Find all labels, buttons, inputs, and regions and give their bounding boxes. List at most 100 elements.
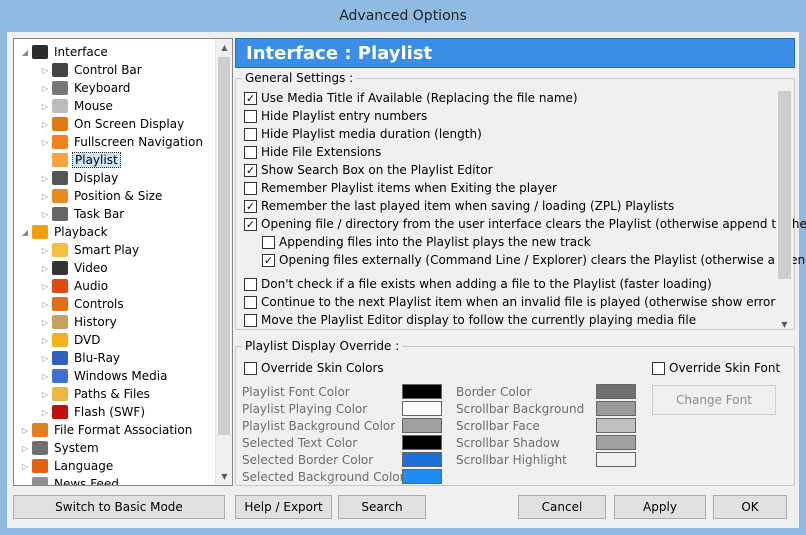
general-scrollbar[interactable]: ▼ [776,85,793,329]
general-option-checkbox[interactable]: ✓ Use Media Title if Available (Replacing… [244,89,578,107]
checkbox-box[interactable]: ✓ [244,199,257,213]
general-option-checkbox[interactable]: ✓ Opening files externally (Command Line … [262,251,806,269]
expand-icon[interactable]: ◢ [20,228,30,237]
expand-icon[interactable]: ▷ [40,174,50,183]
expand-icon[interactable]: ▷ [20,444,30,453]
tree-item-file-format[interactable]: ▷ File Format Association [20,421,194,439]
checkbox-box[interactable] [244,313,257,327]
general-option-checkbox[interactable]: Hide Playlist entry numbers [244,107,427,125]
general-scroll-thumb[interactable] [778,91,791,279]
checkbox-box[interactable] [244,295,257,309]
scroll-up-icon[interactable]: ▲ [216,39,232,56]
tree-item-video[interactable]: ▷ Video [40,259,110,277]
tree-item-audio[interactable]: ▷ Audio [40,277,110,295]
tree-scrollbar[interactable]: ▲ ▼ [215,39,232,485]
general-option-checkbox[interactable]: ✓ Remember the last played item when savi… [244,197,674,215]
switch-basic-mode-button[interactable]: Switch to Basic Mode [13,495,225,519]
tree-item-control-bar[interactable]: ▷ Control Bar [40,61,144,79]
expand-icon[interactable]: ▷ [40,192,50,201]
expand-icon[interactable]: ▷ [40,354,50,363]
tree-item-smart-play[interactable]: ▷ Smart Play [40,241,141,259]
color-swatch[interactable] [402,418,442,433]
search-button[interactable]: Search [338,495,426,519]
expand-icon[interactable]: ▷ [40,264,50,273]
tree-scroll-thumb[interactable] [218,57,230,435]
expand-icon[interactable]: ▷ [40,390,50,399]
tree-item-position[interactable]: ▷ Position & Size [40,187,164,205]
apply-button[interactable]: Apply [614,495,706,519]
scroll-down-icon[interactable]: ▼ [776,320,793,329]
expand-icon[interactable]: ▷ [40,318,50,327]
expand-icon[interactable]: ▷ [40,66,50,75]
tree-item-display[interactable]: ▷ Display [40,169,120,187]
checkbox-box[interactable] [244,181,257,195]
checkbox-box[interactable]: ✓ [244,217,257,231]
expand-icon[interactable]: ▷ [20,426,30,435]
checkbox-box[interactable] [244,277,257,291]
expand-icon[interactable]: ▷ [40,372,50,381]
tree-item-interface[interactable]: ◢ Interface [20,43,110,61]
tree-item-language[interactable]: ▷ Language [20,457,115,475]
tree-item-windows-media[interactable]: ▷ Windows Media [40,367,169,385]
checkbox-box[interactable] [652,361,665,375]
color-swatch[interactable] [402,384,442,399]
general-option-checkbox[interactable]: Continue to the next Playlist item when … [244,293,780,311]
expand-icon[interactable]: ▷ [40,138,50,147]
general-option-checkbox[interactable]: Don't check if a file exists when adding… [244,275,712,293]
tree-item-fullscreen[interactable]: ▷ Fullscreen Navigation [40,133,205,151]
help-export-button[interactable]: Help / Export [235,495,332,519]
expand-icon[interactable]: ▷ [40,84,50,93]
color-swatch[interactable] [596,418,636,433]
tree-item-controls[interactable]: ▷ Controls [40,295,126,313]
checkbox-box[interactable]: ✓ [244,163,257,177]
scroll-down-icon[interactable]: ▼ [216,468,232,485]
general-option-checkbox[interactable]: ✓ Show Search Box on the Playlist Editor [244,161,493,179]
tree-item-news[interactable]: News Feed [20,475,121,485]
tree-item-osd[interactable]: ▷ On Screen Display [40,115,186,133]
general-option-checkbox[interactable]: Hide File Extensions [244,143,381,161]
checkbox-box[interactable] [244,127,257,141]
expand-icon[interactable]: ▷ [40,408,50,417]
color-swatch[interactable] [596,435,636,450]
expand-icon[interactable]: ▷ [40,102,50,111]
tree-item-keyboard[interactable]: ▷ Keyboard [40,79,132,97]
general-option-checkbox[interactable]: Remember Playlist items when Exiting the… [244,179,557,197]
expand-icon[interactable]: ▷ [40,210,50,219]
color-swatch[interactable] [402,452,442,467]
general-option-checkbox[interactable]: ✓ Opening file / directory from the user … [244,215,806,233]
checkbox-box[interactable] [262,235,275,249]
color-swatch[interactable] [596,384,636,399]
cancel-button[interactable]: Cancel [518,495,606,519]
checkbox-box[interactable] [244,109,257,123]
tree-item-bluray[interactable]: ▷ Blu-Ray [40,349,122,367]
color-swatch[interactable] [596,401,636,416]
checkbox-box[interactable]: ✓ [262,253,275,267]
tree-item-flash[interactable]: ▷ Flash (SWF) [40,403,147,421]
expand-icon[interactable]: ◢ [20,48,30,57]
color-swatch[interactable] [596,452,636,467]
tree-item-mouse[interactable]: ▷ Mouse [40,97,115,115]
color-swatch[interactable] [402,469,442,484]
tree-item-folder[interactable]: ▷ Paths & Files [40,385,152,403]
general-option-checkbox[interactable]: Appending files into the Playlist plays … [262,233,591,251]
expand-icon[interactable]: ▷ [40,120,50,129]
expand-icon[interactable]: ▷ [40,246,50,255]
tree-item-dvd[interactable]: ▷ DVD [40,331,102,349]
general-option-checkbox[interactable]: Move the Playlist Editor display to foll… [244,311,696,329]
color-swatch[interactable] [402,401,442,416]
general-option-checkbox[interactable]: Hide Playlist media duration (length) [244,125,482,143]
tree-item-playback[interactable]: ◢ Playback [20,223,110,241]
checkbox-box[interactable] [244,361,257,375]
override-skin-font-checkbox[interactable]: Override Skin Font [652,359,780,377]
override-skin-colors-checkbox[interactable]: Override Skin Colors [244,359,384,377]
checkbox-box[interactable]: ✓ [244,91,257,105]
tree-item-playlist[interactable]: Playlist [40,151,121,169]
tree-item-system[interactable]: ▷ System [20,439,101,457]
tree-item-history[interactable]: ▷ History [40,313,119,331]
options-tree[interactable]: ▲ ▼ ◢ Interface ▷ Control Bar ▷ Keyboard ▷ Mous… [13,38,233,486]
expand-icon[interactable]: ▷ [40,300,50,309]
expand-icon[interactable]: ▷ [20,462,30,471]
tree-item-taskbar[interactable]: ▷ Task Bar [40,205,126,223]
color-swatch[interactable] [402,435,442,450]
expand-icon[interactable]: ▷ [40,336,50,345]
